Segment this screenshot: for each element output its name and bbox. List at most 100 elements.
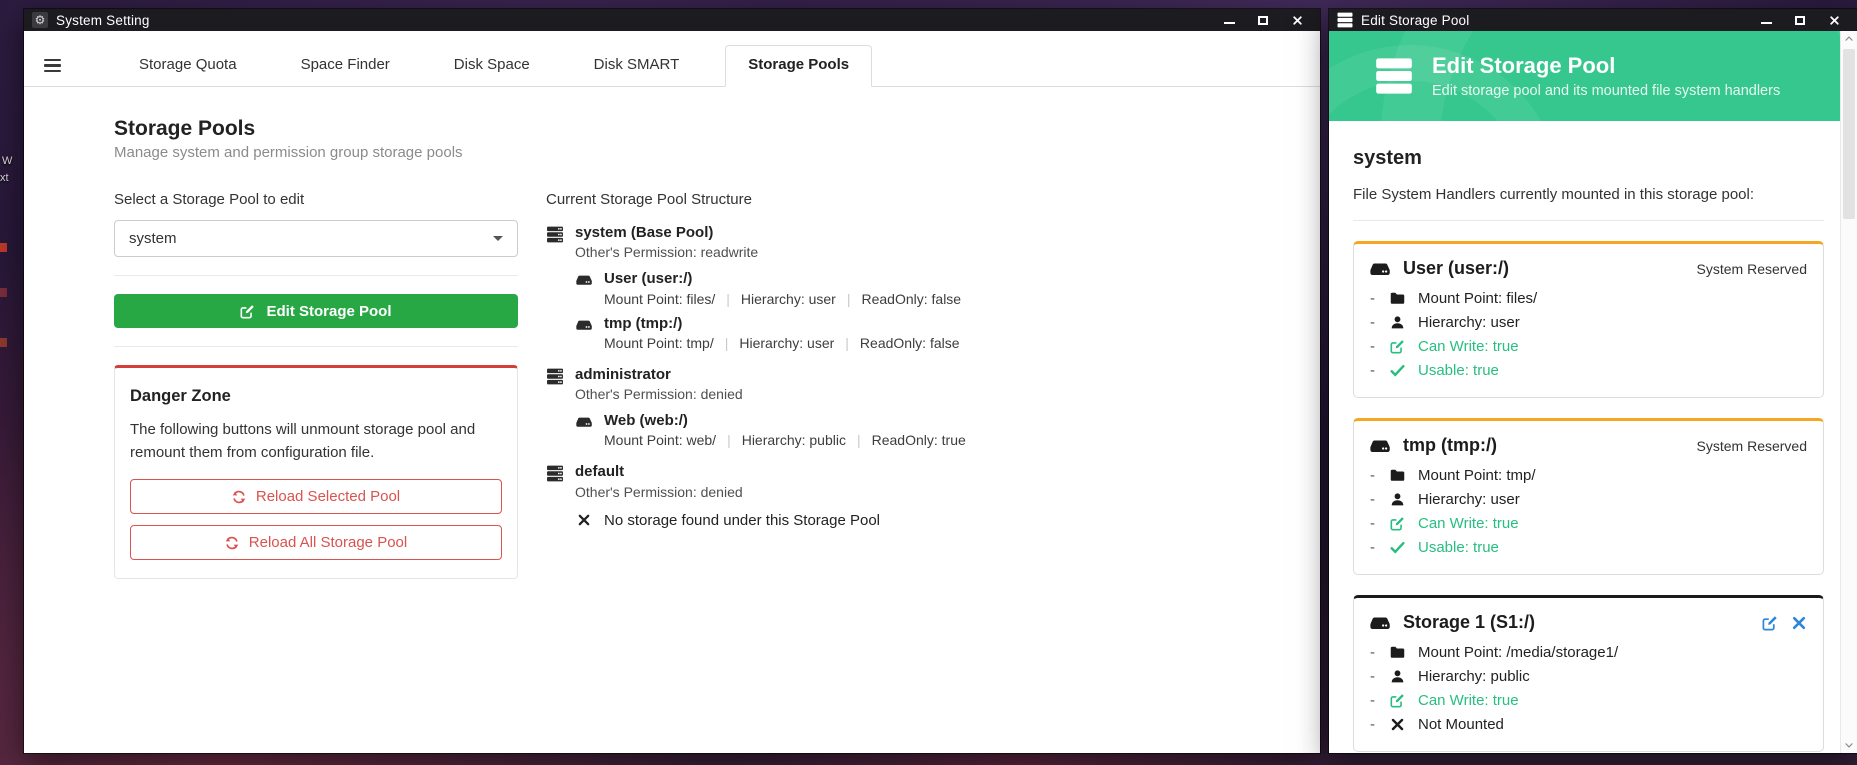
handler-node: Web (web:/) Mount Point: web/Hierarchy: … <box>575 412 966 448</box>
pool-node: default Other's Permission: denied No st… <box>546 463 966 528</box>
scroll-up-button[interactable] <box>1841 31 1857 47</box>
property-text: Mount Point: files/ <box>1418 290 1537 307</box>
handlers-description: File System Handlers currently mounted i… <box>1353 186 1824 203</box>
handler-detail: Hierarchy: public <box>716 432 846 448</box>
tab-bar: Storage Quota Space Finder Disk Space Di… <box>24 31 1320 87</box>
handler-details: Mount Point: web/Hierarchy: publicReadOn… <box>604 432 966 448</box>
tab-disk-smart[interactable]: Disk SMART <box>576 46 698 86</box>
server-icon <box>546 465 564 482</box>
maximize-button[interactable] <box>1246 10 1280 30</box>
handler-card: User (user:/) System Reserved Mount Poin… <box>1353 241 1824 398</box>
titlebar: Edit Storage Pool <box>1329 9 1857 31</box>
panel-header: Edit Storage Pool Edit storage pool and … <box>1329 31 1840 121</box>
handler-node: tmp (tmp:/) Mount Point: tmp/Hierarchy: … <box>575 315 966 351</box>
scrollbar-thumb[interactable] <box>1843 49 1855 219</box>
hdd-icon <box>1370 613 1390 633</box>
desktop-icon-fragment <box>0 288 7 297</box>
pool-node: system (Base Pool) Other's Permission: r… <box>546 224 966 351</box>
hdd-icon <box>575 414 593 430</box>
window-title: Edit Storage Pool <box>1361 13 1469 28</box>
edit-icon <box>1390 516 1405 531</box>
hdd-icon <box>1370 436 1390 456</box>
scrollbar[interactable] <box>1840 31 1857 753</box>
reload-all-storage-pool-label: Reload All Storage Pool <box>249 534 407 551</box>
hdd-icon <box>575 272 593 288</box>
scroll-down-button[interactable] <box>1841 737 1857 753</box>
handler-property: Can Write: true <box>1370 692 1807 709</box>
handler-property: Can Write: true <box>1370 515 1807 532</box>
hdd-icon <box>1370 259 1390 279</box>
property-text: Can Write: true <box>1418 338 1519 355</box>
minimize-button[interactable] <box>1212 10 1246 30</box>
pool-node: administrator Other's Permission: denied… <box>546 366 966 449</box>
server-icon <box>1337 12 1353 28</box>
handler-name: User (user:/) <box>604 270 961 287</box>
pool-name: default <box>575 463 743 480</box>
handler-details: Mount Point: files/Hierarchy: userReadOn… <box>604 291 961 307</box>
tab-disk-space[interactable]: Disk Space <box>436 46 548 86</box>
storage-pool-select[interactable]: system <box>114 220 518 257</box>
x-icon <box>575 513 593 527</box>
edit-storage-pool-label: Edit Storage Pool <box>266 303 391 320</box>
edit-storage-pool-button[interactable]: Edit Storage Pool <box>114 294 518 328</box>
divider <box>114 346 518 347</box>
tab-storage-pools[interactable]: Storage Pools <box>725 45 872 87</box>
handler-detail: ReadOnly: true <box>846 432 966 448</box>
handler-property: Mount Point: tmp/ <box>1370 467 1807 484</box>
edit-handler-icon[interactable] <box>1762 615 1778 631</box>
folder-icon <box>1390 291 1405 306</box>
system-reserved-badge: System Reserved <box>1697 261 1807 277</box>
pool-permission: Other's Permission: denied <box>575 484 743 500</box>
server-icon <box>1375 57 1413 95</box>
pool-name-heading: system <box>1353 147 1824 170</box>
x-icon <box>1390 717 1405 732</box>
edit-storage-pool-window: Edit Storage Pool Edit Storage Pool Edit… <box>1329 9 1857 753</box>
handler-card-title: Storage 1 (S1:/) <box>1403 612 1535 633</box>
handler-detail: Hierarchy: user <box>715 291 836 307</box>
close-button[interactable] <box>1280 10 1314 30</box>
maximize-button[interactable] <box>1783 10 1817 30</box>
handler-detail: Hierarchy: user <box>714 335 835 351</box>
tab-space-finder[interactable]: Space Finder <box>283 46 408 86</box>
handler-property: Mount Point: files/ <box>1370 290 1807 307</box>
desktop-icon-fragment <box>0 243 7 252</box>
folder-icon <box>1390 468 1405 483</box>
minimize-button[interactable] <box>1749 10 1783 30</box>
user-icon <box>1390 669 1405 684</box>
property-text: Not Mounted <box>1418 716 1504 733</box>
handler-detail: Mount Point: files/ <box>604 291 715 307</box>
empty-pool-text: No storage found under this Storage Pool <box>604 512 880 529</box>
refresh-icon <box>225 536 239 550</box>
divider <box>114 275 518 276</box>
hdd-icon <box>575 317 593 333</box>
pool-permission: Other's Permission: denied <box>575 386 743 402</box>
server-icon <box>546 368 564 385</box>
reload-all-storage-pool-button[interactable]: Reload All Storage Pool <box>130 525 502 560</box>
handler-card-title: User (user:/) <box>1403 258 1509 279</box>
tab-storage-quota[interactable]: Storage Quota <box>121 46 255 86</box>
remove-handler-icon[interactable] <box>1791 615 1807 631</box>
panel-subtitle: Edit storage pool and its mounted file s… <box>1432 83 1780 99</box>
handler-card: tmp (tmp:/) System Reserved Mount Point:… <box>1353 418 1824 575</box>
danger-zone-title: Danger Zone <box>130 387 502 406</box>
property-text: Hierarchy: user <box>1418 491 1520 508</box>
close-button[interactable] <box>1817 10 1851 30</box>
desktop-icon-fragment <box>0 338 7 347</box>
property-text: Usable: true <box>1418 539 1499 556</box>
page-title: Storage Pools <box>114 117 1320 141</box>
system-setting-window: ⚙ System Setting Storage Quota Space Fin… <box>24 9 1320 753</box>
property-text: Hierarchy: user <box>1418 314 1520 331</box>
property-text: Usable: true <box>1418 362 1499 379</box>
handler-name: Web (web:/) <box>604 412 966 429</box>
handler-property: Hierarchy: user <box>1370 314 1807 331</box>
check-icon <box>1390 540 1405 555</box>
desktop-icon-fragment: xt <box>0 172 9 184</box>
desktop-icon-fragment: W <box>2 155 12 167</box>
handler-card: Storage 1 (S1:/) Mount Point: /media/sto… <box>1353 595 1824 752</box>
titlebar: ⚙ System Setting <box>24 9 1320 31</box>
handler-details: Mount Point: tmp/Hierarchy: userReadOnly… <box>604 335 960 351</box>
menu-icon[interactable] <box>40 59 65 86</box>
reload-selected-pool-button[interactable]: Reload Selected Pool <box>130 479 502 514</box>
property-text: Mount Point: tmp/ <box>1418 467 1536 484</box>
pool-name: system (Base Pool) <box>575 224 758 241</box>
